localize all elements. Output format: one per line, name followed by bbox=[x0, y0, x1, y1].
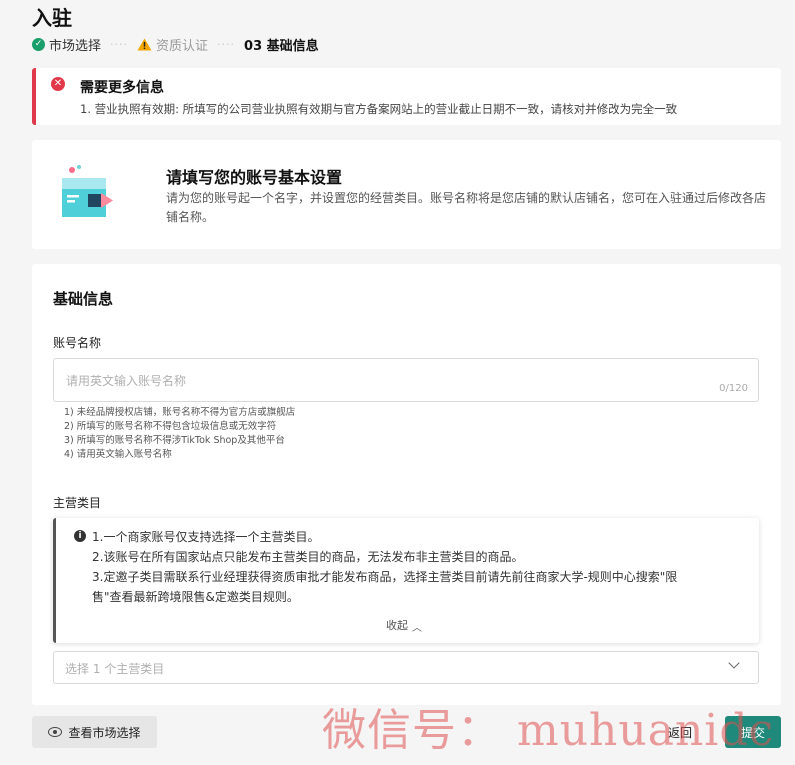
warning-icon bbox=[137, 38, 152, 51]
info-line: 1.一个商家账号仅支持选择一个主营类目。 bbox=[92, 530, 320, 544]
check-circle-icon: ✓ bbox=[32, 37, 45, 51]
hint-item: 3) 所填写的账号名称不得涉TikTok Shop及其他平台 bbox=[64, 435, 285, 446]
info-line: 售"查看最新跨境限售&定邀类目规则。 bbox=[92, 590, 299, 604]
store-illustration-icon bbox=[62, 164, 124, 220]
step-separator: ···· bbox=[110, 37, 129, 51]
step-label: 市场选择 bbox=[49, 38, 102, 54]
step-qualification[interactable]: 资质认证 bbox=[137, 35, 208, 54]
collapse-label: 收起 bbox=[386, 619, 408, 632]
error-alert: ✕ 需要更多信息 1. 营业执照有效期: 所填写的公司营业执照有效期与官方备案网… bbox=[32, 68, 781, 125]
intro-card: 请填写您的账号基本设置 请为您的账号起一个名字，并设置您的经营类目。账号名称将是… bbox=[32, 140, 781, 249]
step-basic-info: 03 基础信息 bbox=[244, 35, 319, 54]
view-market-label: 查看市场选择 bbox=[68, 725, 141, 740]
account-name-hints: 1) 未经品牌授权店铺，账号名称不得为官方店或旗舰店 2) 所填写的账号名称不得… bbox=[64, 406, 295, 462]
back-button[interactable]: 返回 bbox=[668, 724, 692, 741]
chevron-up-icon: ︿ bbox=[412, 622, 422, 634]
info-line: 3.定邀子类目需联系行业经理获得资质审批才能发布商品，选择主营类目前请先前往商家… bbox=[92, 570, 678, 584]
intro-title: 请填写您的账号基本设置 bbox=[166, 168, 343, 187]
account-name-field[interactable]: 0/120 bbox=[53, 358, 759, 402]
step-separator: ···· bbox=[217, 37, 236, 51]
main-category-select[interactable]: 选择 1 个主营类目 bbox=[53, 651, 759, 684]
info-icon: i bbox=[74, 530, 86, 542]
section-title: 基础信息 bbox=[53, 290, 114, 308]
alert-message: 1. 营业执照有效期: 所填写的公司营业执照有效期与官方备案网站上的营业截止日期… bbox=[80, 102, 678, 116]
error-circle-icon: ✕ bbox=[51, 77, 65, 91]
step-label: 03 基础信息 bbox=[244, 38, 319, 54]
select-placeholder: 选择 1 个主营类目 bbox=[65, 662, 165, 676]
hint-item: 1) 未经品牌授权店铺，账号名称不得为官方店或旗舰店 bbox=[64, 407, 296, 418]
account-name-label: 账号名称 bbox=[53, 336, 102, 350]
alert-title: 需要更多信息 bbox=[80, 80, 164, 96]
account-name-input[interactable] bbox=[64, 367, 668, 395]
step-market-selection[interactable]: ✓ 市场选择 bbox=[32, 35, 101, 54]
intro-description: 请为您的账号起一个名字，并设置您的经营类目。账号名称将是您店铺的默认店铺名，您可… bbox=[166, 191, 767, 224]
hint-item: 4) 请用英文输入账号名称 bbox=[64, 449, 172, 460]
hint-item: 2) 所填写的账号名称不得包含垃圾信息或无效字符 bbox=[64, 421, 277, 432]
category-info-box: i 1.一个商家账号仅支持选择一个主营类目。 2.该账号在所有国家站点只能发布主… bbox=[53, 518, 759, 643]
step-indicator: ✓ 市场选择 ···· 资质认证 ···· 03 基础信息 bbox=[32, 34, 319, 54]
info-line: 2.该账号在所有国家站点只能发布主营类目的商品，无法发布非主营类目的商品。 bbox=[92, 550, 524, 564]
submit-button[interactable]: 提交 bbox=[725, 716, 781, 748]
view-market-button[interactable]: 查看市场选择 bbox=[32, 716, 157, 748]
page-title: 入驻 bbox=[32, 6, 72, 30]
chevron-down-icon bbox=[728, 657, 740, 669]
eye-icon bbox=[48, 727, 63, 737]
char-counter: 0/120 bbox=[719, 383, 748, 394]
basic-info-form: 基础信息 账号名称 0/120 1) 未经品牌授权店铺，账号名称不得为官方店或旗… bbox=[32, 264, 781, 705]
main-category-label: 主营类目 bbox=[53, 496, 102, 510]
collapse-toggle[interactable]: 收起 ︿ bbox=[386, 617, 422, 634]
step-label: 资质认证 bbox=[156, 38, 209, 54]
